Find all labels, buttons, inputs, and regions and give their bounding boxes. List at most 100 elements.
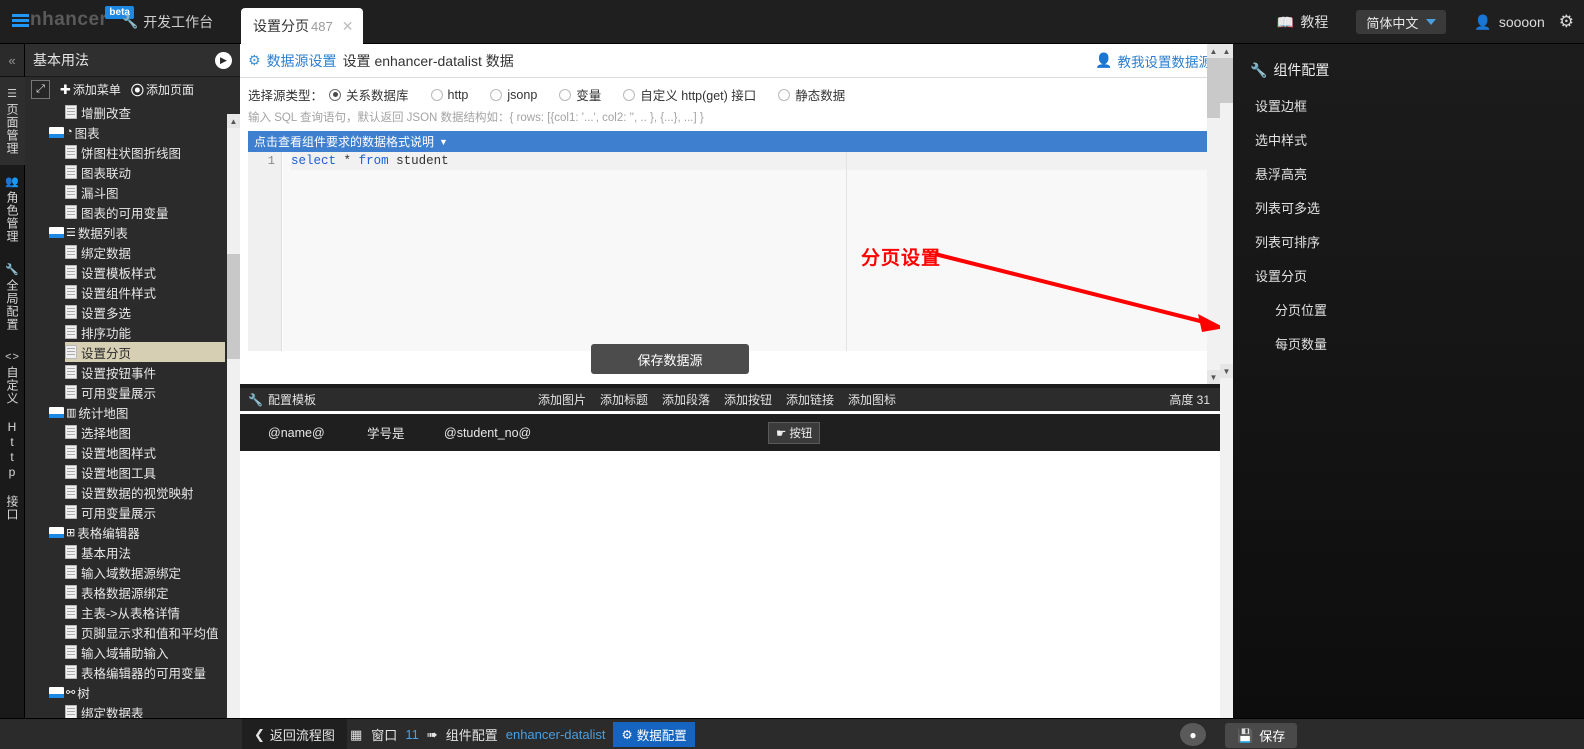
tree-item[interactable]: 设置模板样式 [25, 262, 240, 282]
file-icon [65, 565, 77, 579]
radio-jsonp[interactable]: jsonp [490, 88, 537, 102]
tree-item[interactable]: 设置按钮事件 [25, 362, 240, 382]
add-page-button[interactable]: ⦿ 添加页面 [131, 80, 194, 99]
config-row-label: 每页数量 [1275, 334, 1327, 353]
back-to-flow-button[interactable]: ❮ 返回流程图 [242, 719, 347, 749]
app-logo[interactable]: nhancer beta [12, 10, 134, 30]
tree-item[interactable]: 主表->从表格详情 [25, 602, 240, 622]
scrollbar-thumb[interactable] [227, 254, 240, 359]
main-scrollbar[interactable]: ▲ ▼ [1207, 44, 1220, 384]
sql-editor[interactable]: 1 select * from student [248, 152, 1212, 352]
play-icon[interactable]: ▶ [215, 52, 232, 69]
tree-item[interactable]: 表格数据源绑定 [25, 582, 240, 602]
tree-item[interactable]: 增删改查 [25, 102, 240, 122]
scrollbar-thumb[interactable] [1207, 58, 1220, 118]
template-field-name[interactable]: @name@ [268, 426, 325, 440]
tree-item[interactable]: 设置组件样式 [25, 282, 240, 302]
tree-item[interactable]: 设置分页 [65, 342, 225, 362]
tree-item[interactable]: ☰数据列表 [25, 222, 240, 242]
tree-item[interactable]: 漏斗图 [25, 182, 240, 202]
template-action-1[interactable]: 添加标题 [600, 391, 648, 408]
tree-item[interactable]: ⊞表格编辑器 [25, 522, 240, 542]
save-circle-icon[interactable]: ● [1180, 723, 1206, 746]
config-panel-title-row: 🔧 组件配置 [1250, 60, 1329, 80]
radio-relational-db[interactable]: 关系数据库 [329, 85, 409, 104]
user-menu[interactable]: 👤 soooon [1460, 0, 1558, 44]
dev-console-button[interactable]: 🔧 开发工作台 [122, 12, 213, 32]
template-action-4[interactable]: 添加链接 [786, 391, 834, 408]
file-icon [65, 485, 77, 499]
add-menu-button[interactable]: ✚ 添加菜单 [60, 81, 121, 98]
data-config-chip[interactable]: ⚙ 数据配置 [613, 722, 694, 747]
tree-item[interactable]: 输入域辅助输入 [25, 642, 240, 662]
tree-item[interactable]: ▥统计地图 [25, 402, 240, 422]
editor-vertical-divider [846, 152, 847, 352]
scroll-down-icon[interactable]: ▼ [1207, 370, 1220, 384]
template-button[interactable]: ☛ 按钮 [768, 422, 820, 444]
template-action-0[interactable]: 添加图片 [538, 391, 586, 408]
tab-设置分页[interactable]: 设置分页 487 ✕ [241, 8, 363, 44]
tree-item-label: 设置数据的视觉映射 [81, 483, 194, 502]
template-field-student-no[interactable]: @student_no@ [444, 426, 531, 440]
scroll-up-icon[interactable]: ▲ [1220, 44, 1233, 58]
logo-text: nhancer [30, 10, 107, 30]
template-field-static-text[interactable]: 学号是 [367, 423, 405, 442]
scroll-up-icon[interactable]: ▲ [1207, 44, 1220, 58]
radio-custom-http[interactable]: 自定义 http(get) 接口 [623, 85, 756, 104]
tree-item[interactable]: 可用变量展示 [25, 502, 240, 522]
scroll-up-icon[interactable]: ▲ [227, 114, 240, 128]
template-action-3[interactable]: 添加按钮 [724, 391, 772, 408]
radio-http[interactable]: http [431, 88, 469, 102]
radio-static-data[interactable]: 静态数据 [778, 85, 845, 104]
radio-icon [329, 89, 341, 101]
collapse-all-icon[interactable]: ⤢ [31, 80, 50, 99]
tree-item-label: 漏斗图 [81, 183, 119, 202]
file-icon [65, 605, 77, 619]
help-datasource-link[interactable]: 👤 教我设置数据源 [1095, 51, 1212, 71]
tree-item[interactable]: 设置地图工具 [25, 462, 240, 482]
tree-item[interactable]: 页脚显示求和值和平均值 [25, 622, 240, 642]
tree-item[interactable]: 表格编辑器的可用变量 [25, 662, 240, 682]
scroll-down-icon[interactable]: ▼ [1220, 364, 1233, 378]
close-icon[interactable]: ✕ [342, 18, 354, 35]
tree-item[interactable]: 输入域数据源绑定 [25, 562, 240, 582]
tree-item[interactable]: 排序功能 [25, 322, 240, 342]
tree-item-label: 数据列表 [78, 223, 128, 242]
sidebar-item-role-management[interactable]: 👥 角色管理 [0, 165, 25, 253]
tree-item[interactable]: 选择地图 [25, 422, 240, 442]
tutorial-button[interactable]: 📖 教程 [1263, 0, 1342, 44]
settings-gear-icon[interactable]: ⚙ [1559, 12, 1584, 32]
config-row-label: 分页位置 [1275, 300, 1327, 319]
template-row[interactable]: @name@ 学号是 @student_no@ ☛ 按钮 [240, 414, 1220, 451]
tree-item[interactable]: 绑定数据 [25, 242, 240, 262]
tree-item[interactable]: 图表的可用变量 [25, 202, 240, 222]
config-row: 设置分页✔ [1220, 258, 1584, 292]
template-action-2[interactable]: 添加段落 [662, 391, 710, 408]
tree-item[interactable]: 图表联动 [25, 162, 240, 182]
file-icon [65, 285, 77, 299]
collapse-sidebar-button[interactable]: « [0, 44, 24, 77]
tree-item[interactable]: 饼图柱状图折线图 [25, 142, 240, 162]
template-button-label: 按钮 [789, 425, 812, 441]
tree-item[interactable]: 可用变量展示 [25, 382, 240, 402]
tree-item[interactable]: ◔图表 [25, 122, 240, 142]
sidebar-item-page-management[interactable]: ☰ 页面管理 [0, 77, 25, 165]
tree-item[interactable]: 设置地图样式 [25, 442, 240, 462]
sidebar-item-global-config[interactable]: 🔧 全局配置 [0, 253, 25, 341]
data-format-help-bar[interactable]: 点击查看组件要求的数据格式说明 ▼ [248, 131, 1212, 152]
save-button[interactable]: 💾 保存 [1225, 723, 1297, 748]
tree-item[interactable]: ⚯树 [25, 682, 240, 702]
datasource-settings-link[interactable]: 数据源设置 [267, 51, 337, 71]
editor-code-area[interactable]: select * from student [283, 152, 1212, 352]
radio-variable[interactable]: 变量 [559, 85, 601, 104]
tree-item[interactable]: 设置数据的视觉映射 [25, 482, 240, 502]
template-action-5[interactable]: 添加图标 [848, 391, 896, 408]
add-menu-label: 添加菜单 [73, 81, 121, 98]
config-row-label: 设置分页 [1255, 266, 1307, 285]
save-datasource-button[interactable]: 保存数据源 [591, 344, 749, 374]
tree-scrollbar[interactable]: ▲ ▼ [227, 114, 240, 749]
sidebar-item-custom-http[interactable]: <> 自定义 Http 接口 [0, 341, 25, 531]
language-selector[interactable]: 简体中文 [1342, 0, 1460, 44]
tree-item[interactable]: 基本用法 [25, 542, 240, 562]
tree-item[interactable]: 设置多选 [25, 302, 240, 322]
